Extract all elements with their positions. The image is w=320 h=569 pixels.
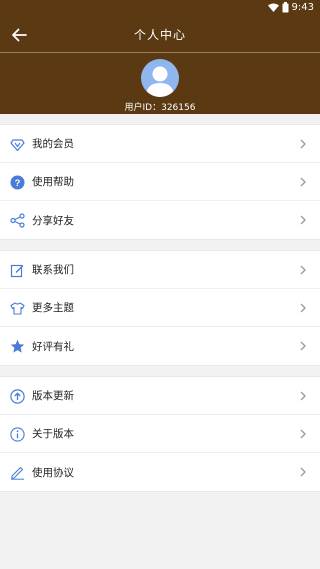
info-circle-icon [10, 427, 25, 442]
menu-group-account: 我的会员 ? 使用帮助 分享好友 [0, 124, 320, 240]
upload-circle-icon [10, 389, 25, 404]
menu-item-label: 关于版本 [32, 428, 74, 440]
menu-item-share[interactable]: 分享好友 [0, 201, 320, 239]
menu-item-help[interactable]: ? 使用帮助 [0, 163, 320, 201]
menu-item-label: 版本更新 [32, 390, 74, 402]
share-icon [10, 213, 25, 228]
svg-text:?: ? [15, 178, 21, 189]
user-id-label: 用户ID：326156 [124, 103, 196, 113]
menu-item-rate[interactable]: 好评有礼 [0, 327, 320, 365]
page-title: 个人中心 [133, 28, 186, 42]
menu-group-about: 版本更新 关于版本 使用协议 [0, 376, 320, 492]
menu-item-label: 更多主题 [32, 302, 74, 314]
help-circle-icon: ? [10, 175, 25, 190]
section-gap [0, 240, 320, 250]
status-time: 9:43 [291, 2, 314, 13]
menu-item-membership[interactable]: 我的会员 [0, 125, 320, 163]
avatar[interactable] [141, 59, 179, 97]
edit-icon [10, 264, 24, 278]
menu-item-label: 分享好友 [32, 214, 74, 227]
menu-item-label: 使用帮助 [32, 176, 74, 188]
chevron-right-icon [300, 303, 306, 313]
profile-header: 用户ID：326156 [0, 53, 320, 114]
status-bar: 9:43 [0, 0, 320, 16]
chevron-right-icon [300, 265, 306, 275]
chevron-right-icon [300, 341, 306, 351]
battery-icon [282, 2, 289, 13]
chevron-right-icon [300, 429, 306, 439]
menu-item-agreement[interactable]: 使用协议 [0, 453, 320, 491]
chevron-right-icon [300, 177, 306, 187]
menu-item-label: 我的会员 [32, 138, 74, 150]
menu-item-contact[interactable]: 联系我们 [0, 251, 320, 289]
section-gap [0, 366, 320, 376]
settings-list: 我的会员 ? 使用帮助 分享好友 联系我们 更多主题 好评有礼 版本更新 关于版… [0, 114, 320, 569]
status-icons: 9:43 [267, 2, 314, 13]
menu-item-themes[interactable]: 更多主题 [0, 289, 320, 327]
pencil-icon [11, 466, 24, 480]
app-bar: 个人中心 [0, 16, 320, 53]
menu-item-about[interactable]: 关于版本 [0, 415, 320, 453]
chevron-right-icon [300, 467, 306, 477]
chevron-right-icon [300, 391, 306, 401]
menu-group-community: 联系我们 更多主题 好评有礼 [0, 250, 320, 366]
wifi-icon [267, 3, 279, 12]
diamond-icon [10, 139, 25, 152]
chevron-right-icon [300, 215, 306, 225]
menu-item-update[interactable]: 版本更新 [0, 377, 320, 415]
menu-item-label: 好评有礼 [32, 340, 74, 353]
section-gap [0, 114, 320, 124]
chevron-right-icon [300, 139, 306, 149]
avatar-icon [146, 66, 174, 97]
menu-item-label: 联系我们 [32, 264, 74, 276]
shirt-icon [10, 302, 25, 315]
menu-item-label: 使用协议 [32, 466, 74, 479]
star-icon [10, 339, 25, 353]
